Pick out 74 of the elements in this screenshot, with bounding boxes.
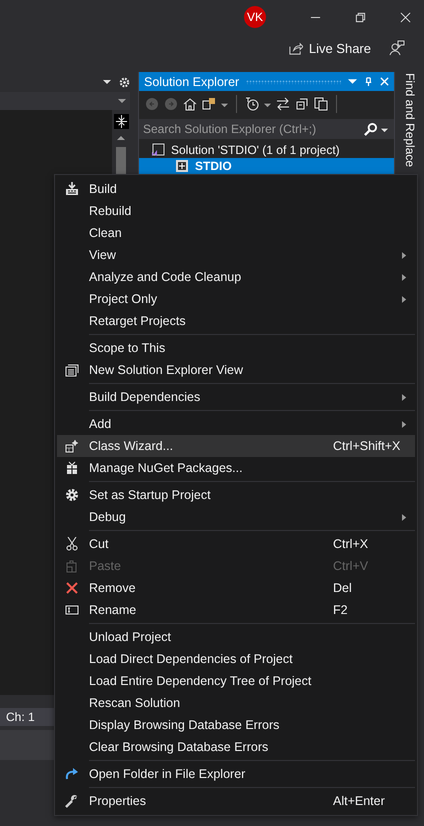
shortcut-text: Del <box>333 581 352 595</box>
shortcut-text: Alt+Enter <box>333 794 385 808</box>
dropdown-caret-icon[interactable] <box>264 100 271 108</box>
user-avatar[interactable]: VK <box>244 6 266 28</box>
cross-icon <box>65 581 79 595</box>
split-icon[interactable] <box>114 114 128 129</box>
shortcut-text: Ctrl+V <box>333 559 368 573</box>
gift-icon <box>65 461 79 475</box>
curved-arrow-icon <box>65 767 79 781</box>
menu-item[interactable]: Rescan Solution <box>57 692 415 714</box>
column-indicator: Ch: 1 <box>6 710 35 724</box>
swap-arrows-icon[interactable] <box>276 97 290 111</box>
menu-item[interactable]: Clear Browsing Database Errors <box>57 736 415 758</box>
settings-icon[interactable] <box>119 76 130 88</box>
menu-item[interactable]: Set as Startup Project <box>57 484 415 506</box>
menu-item[interactable]: Clean <box>57 222 415 244</box>
clock-icon[interactable] <box>245 97 259 111</box>
windows-icon <box>65 363 79 377</box>
scissors-icon <box>65 537 79 551</box>
collapse-all-icon[interactable] <box>295 97 309 111</box>
solution-icon <box>151 143 165 157</box>
shortcut-text: F2 <box>333 603 348 617</box>
class-wizard-icon <box>65 439 79 453</box>
dropdown-caret-icon[interactable] <box>381 126 388 132</box>
scroll-up-icon[interactable] <box>117 135 125 141</box>
menu-item[interactable]: Analyze and Code Cleanup <box>57 266 415 288</box>
close-icon[interactable] <box>400 12 411 22</box>
search-icon[interactable] <box>364 122 377 136</box>
restore-icon[interactable] <box>355 12 366 22</box>
menu-item[interactable]: Add <box>57 413 415 435</box>
shortcut-text: Ctrl+X <box>333 537 368 551</box>
menu-item[interactable]: Scope to This <box>57 337 415 359</box>
shortcut-text: Ctrl+Shift+X <box>333 439 400 453</box>
menu-item[interactable]: Properties Alt+Enter <box>57 790 415 812</box>
feedback-person-icon[interactable] <box>389 40 405 56</box>
menu-item[interactable]: Cut Ctrl+X <box>57 533 415 555</box>
menu-item[interactable]: Retarget Projects <box>57 310 415 332</box>
sync-views-icon[interactable] <box>202 97 216 111</box>
copy-pages-icon[interactable] <box>314 97 328 111</box>
menu-item[interactable]: Open Folder in File Explorer <box>57 763 415 785</box>
menu-item[interactable]: Display Browsing Database Errors <box>57 714 415 736</box>
build-icon <box>65 182 79 196</box>
home-icon[interactable] <box>183 97 197 111</box>
dropdown-caret-icon <box>118 97 126 105</box>
menu-item[interactable]: Unload Project <box>57 626 415 648</box>
menu-item[interactable]: Build Dependencies <box>57 386 415 408</box>
menu-item[interactable]: Class Wizard... Ctrl+Shift+X <box>57 435 415 457</box>
menu-item[interactable]: Load Direct Dependencies of Project <box>57 648 415 670</box>
dropdown-caret-icon[interactable] <box>103 78 111 86</box>
tree-item[interactable]: Solution 'STDIO' (1 of 1 project) <box>139 142 394 158</box>
project-icon <box>175 159 189 173</box>
panel-title: Solution Explorer <box>144 74 240 88</box>
gear-icon <box>65 488 79 502</box>
menu-item[interactable]: Rebuild <box>57 200 415 222</box>
live-share-button[interactable]: Live Share <box>288 40 371 56</box>
rename-icon <box>65 603 79 617</box>
menu-item[interactable]: New Solution Explorer View <box>57 359 415 381</box>
menu-item[interactable]: Rename F2 <box>57 599 415 621</box>
pin-icon[interactable] <box>364 77 373 86</box>
menu-item[interactable]: Build <box>57 178 415 200</box>
dropdown-caret-icon[interactable] <box>348 77 357 86</box>
wrench-icon <box>65 794 79 808</box>
share-icon <box>288 40 303 56</box>
clipboard-icon <box>65 559 79 573</box>
search-field[interactable]: Search Solution Explorer (Ctrl+;) <box>139 119 394 139</box>
menu-item[interactable]: Manage NuGet Packages... <box>57 457 415 479</box>
menu-item[interactable]: Remove Del <box>57 577 415 599</box>
menu-item[interactable]: View <box>57 244 415 266</box>
menu-item[interactable]: Load Entire Dependency Tree of Project <box>57 670 415 692</box>
dropdown-caret-icon[interactable] <box>221 100 228 108</box>
tree-item[interactable]: STDIO <box>139 158 394 174</box>
dropdown-field[interactable] <box>0 92 130 110</box>
menu-item[interactable]: Project Only <box>57 288 415 310</box>
menu-item[interactable]: Debug <box>57 506 415 528</box>
